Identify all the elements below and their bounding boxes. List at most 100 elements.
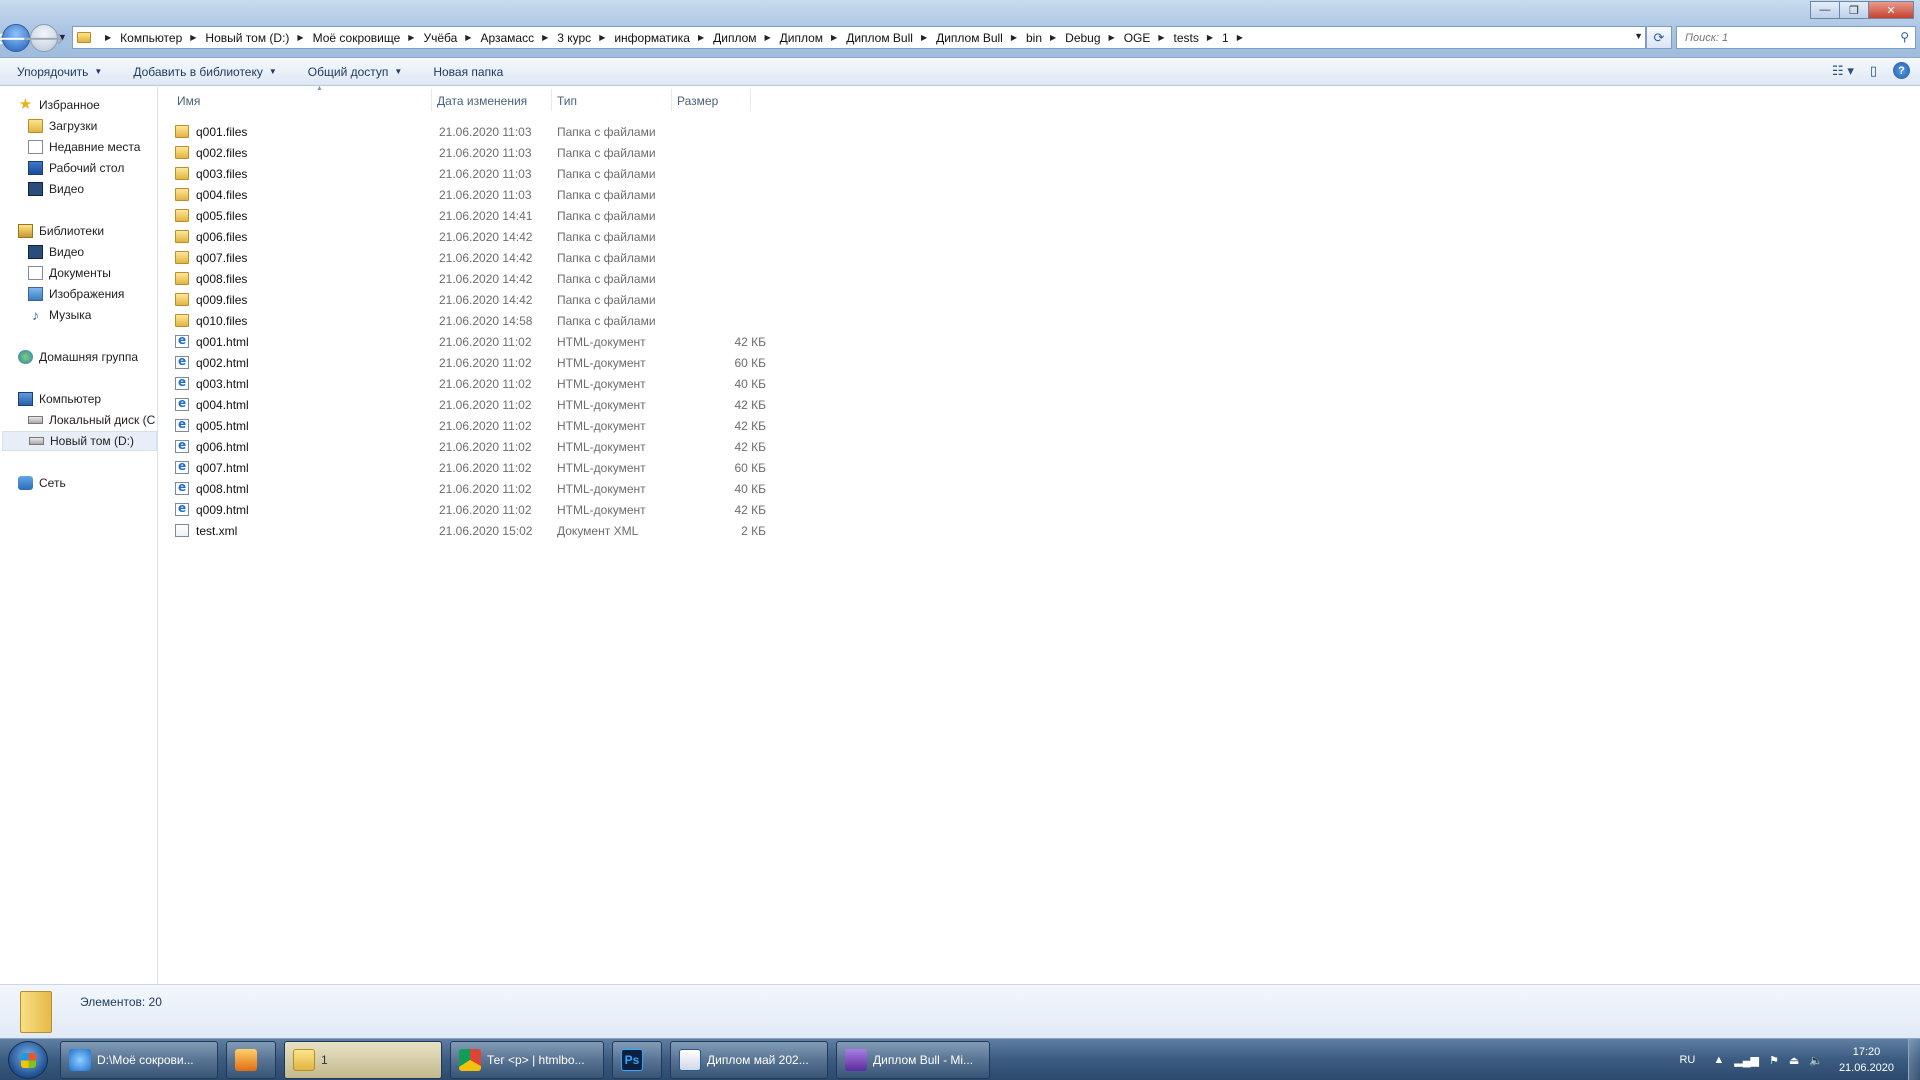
- taskbar-item-word[interactable]: Диплом май 202...: [670, 1041, 828, 1079]
- taskbar-item-photoshop[interactable]: Ps: [612, 1041, 662, 1079]
- new-folder-button[interactable]: Новая папка: [416, 65, 517, 79]
- breadcrumb-item[interactable]: Компьютер: [120, 31, 182, 45]
- breadcrumb-item[interactable]: bin: [1026, 31, 1042, 45]
- breadcrumb-chevron-icon[interactable]: ▶: [408, 33, 414, 42]
- file-row[interactable]: q008.files 21.06.2020 14:42 Папка с файлам…: [175, 268, 775, 289]
- search-icon[interactable]: ⚲: [1900, 30, 1909, 44]
- file-row[interactable]: q004.html21.06.2020 11:02HTML-документ42…: [175, 394, 775, 415]
- breadcrumb-chevron-icon[interactable]: ▶: [297, 33, 303, 42]
- file-row[interactable]: q002.html21.06.2020 11:02HTML-документ60…: [175, 352, 775, 373]
- sidebar-item-desktop[interactable]: Рабочий стол: [28, 158, 124, 178]
- breadcrumb-item[interactable]: Debug: [1065, 31, 1100, 45]
- start-button[interactable]: [8, 1041, 48, 1079]
- breadcrumb-item[interactable]: Диплом: [713, 31, 756, 45]
- file-row[interactable]: q006.html21.06.2020 11:02HTML-документ42…: [175, 436, 775, 457]
- breadcrumb-item[interactable]: 1: [1222, 31, 1229, 45]
- organize-button[interactable]: Упорядочить ▼: [0, 65, 116, 79]
- search-box[interactable]: ⚲: [1676, 26, 1916, 49]
- file-row[interactable]: test.xml 21.06.2020 15:02 Документ XML 2 КБ: [175, 520, 775, 541]
- breadcrumb-chevron-icon[interactable]: ▶: [1237, 33, 1243, 42]
- file-row[interactable]: q003.files 21.06.2020 11:03 Папка с файлам…: [175, 163, 775, 184]
- column-divider[interactable]: [750, 89, 751, 111]
- column-header-date[interactable]: Дата изменения: [437, 87, 551, 114]
- address-bar[interactable]: ▶ Компьютер ▶ Новый том (D:) ▶ Моё сокровище ▶…: [72, 26, 1646, 49]
- sidebar-item-new-volume[interactable]: Новый том (D:): [2, 431, 157, 451]
- breadcrumb-item[interactable]: Учёба: [423, 31, 457, 45]
- sidebar-item-network[interactable]: Сеть: [18, 473, 66, 493]
- show-desktop-button[interactable]: [1908, 1039, 1920, 1080]
- breadcrumb-chevron-icon[interactable]: ▶: [1109, 33, 1115, 42]
- column-header-type[interactable]: Тип: [557, 87, 667, 114]
- flag-icon[interactable]: ⚑: [1769, 1054, 1779, 1067]
- search-input[interactable]: [1677, 27, 1882, 48]
- sidebar-item-favorites[interactable]: ★ Избранное: [18, 95, 100, 115]
- breadcrumb-item[interactable]: Диплом: [780, 31, 823, 45]
- file-row[interactable]: q009.html21.06.2020 11:02HTML-документ42…: [175, 499, 775, 520]
- breadcrumb-chevron-icon[interactable]: ▶: [465, 33, 471, 42]
- file-row[interactable]: q010.files 21.06.2020 14:58 Папка с файлам…: [175, 310, 775, 331]
- breadcrumb-chevron-icon[interactable]: ▶: [698, 33, 704, 42]
- breadcrumb-chevron-icon[interactable]: ▶: [1207, 33, 1213, 42]
- maximize-button[interactable]: ❐: [1839, 1, 1869, 19]
- column-divider[interactable]: [431, 89, 432, 111]
- file-row[interactable]: q007.html21.06.2020 11:02HTML-документ60…: [175, 457, 775, 478]
- breadcrumb-chevron-icon[interactable]: ▶: [1158, 33, 1164, 42]
- help-icon[interactable]: ?: [1893, 62, 1910, 79]
- breadcrumb-item[interactable]: tests: [1174, 31, 1199, 45]
- sidebar-item-images[interactable]: Изображения: [28, 284, 124, 304]
- view-options-icon[interactable]: ☷ ▾: [1832, 63, 1854, 79]
- breadcrumb-chevron-icon[interactable]: ▶: [831, 33, 837, 42]
- column-header-name[interactable]: Имя ▲: [177, 85, 429, 114]
- sidebar-item-video-favorite[interactable]: Видео: [28, 179, 84, 199]
- sidebar-item-local-disk[interactable]: Локальный диск (C: [28, 410, 155, 430]
- file-row[interactable]: q002.files 21.06.2020 11:03 Папка с файлам…: [175, 142, 775, 163]
- breadcrumb-item[interactable]: Арзамасс: [480, 31, 534, 45]
- file-row[interactable]: q003.html21.06.2020 11:02HTML-документ40…: [175, 373, 775, 394]
- sidebar-item-recent[interactable]: Недавние места: [28, 137, 140, 157]
- recent-pages-dropdown[interactable]: ▼: [58, 32, 67, 42]
- breadcrumb-item[interactable]: информатика: [614, 31, 690, 45]
- breadcrumb-chevron-icon[interactable]: ▶: [105, 33, 111, 42]
- taskbar-item-ie[interactable]: D:\Моё сокрови...: [60, 1041, 218, 1079]
- sidebar-item-music[interactable]: ♪ Музыка: [28, 305, 91, 325]
- taskbar-item-media[interactable]: [226, 1041, 276, 1079]
- breadcrumb-item[interactable]: Новый том (D:): [205, 31, 289, 45]
- breadcrumb-item[interactable]: Диплом Bull: [936, 31, 1003, 45]
- usb-icon[interactable]: ⏏: [1789, 1054, 1799, 1067]
- tray-expand-icon[interactable]: ▲: [1713, 1054, 1724, 1066]
- file-row[interactable]: q001.files 21.06.2020 11:03 Папка с файлам…: [175, 121, 775, 142]
- breadcrumb-chevron-icon[interactable]: ▶: [765, 33, 771, 42]
- breadcrumb-chevron-icon[interactable]: ▶: [190, 33, 196, 42]
- column-header-size[interactable]: Размер: [677, 87, 747, 114]
- volume-icon[interactable]: 🔈: [1809, 1054, 1823, 1067]
- share-button[interactable]: Общий доступ ▼: [291, 65, 417, 79]
- close-button[interactable]: ✕: [1868, 1, 1914, 19]
- file-row[interactable]: q008.html21.06.2020 11:02HTML-документ40…: [175, 478, 775, 499]
- clock[interactable]: 17:20 21.06.2020: [1839, 1044, 1894, 1076]
- column-divider[interactable]: [551, 89, 552, 111]
- breadcrumb-item[interactable]: Моё сокровище: [313, 31, 401, 45]
- breadcrumb-chevron-icon[interactable]: ▶: [542, 33, 548, 42]
- file-row[interactable]: q006.files 21.06.2020 14:42 Папка с файлам…: [175, 226, 775, 247]
- file-row[interactable]: q005.files 21.06.2020 14:41 Папка с файлам…: [175, 205, 775, 226]
- breadcrumb-item[interactable]: OGE: [1124, 31, 1151, 45]
- forward-button[interactable]: 🡒: [23, 24, 65, 52]
- sidebar-item-documents[interactable]: Документы: [28, 263, 111, 283]
- preview-pane-icon[interactable]: ▯: [1870, 63, 1877, 79]
- sidebar-item-downloads[interactable]: Загрузки: [28, 116, 97, 136]
- breadcrumb-item[interactable]: Диплом Bull: [846, 31, 913, 45]
- refresh-button[interactable]: ⟳: [1646, 26, 1672, 49]
- breadcrumb-chevron-icon[interactable]: ▶: [1050, 33, 1056, 42]
- language-indicator[interactable]: RU: [1679, 1054, 1695, 1066]
- taskbar-item-chrome[interactable]: Тег <p> | htmlbo...: [450, 1041, 604, 1079]
- file-row[interactable]: q001.html21.06.2020 11:02HTML-документ42…: [175, 331, 775, 352]
- network-status-icon[interactable]: ▂▄▆: [1734, 1054, 1759, 1067]
- minimize-button[interactable]: —: [1810, 1, 1840, 19]
- breadcrumb-chevron-icon[interactable]: ▶: [599, 33, 605, 42]
- sidebar-item-computer[interactable]: Компьютер: [18, 389, 101, 409]
- file-row[interactable]: q005.html21.06.2020 11:02HTML-документ42…: [175, 415, 775, 436]
- file-row[interactable]: q004.files 21.06.2020 11:03 Папка с файлам…: [175, 184, 775, 205]
- breadcrumb-chevron-icon[interactable]: ▶: [1011, 33, 1017, 42]
- taskbar-item-visual-studio[interactable]: Диплом Bull - Mi...: [836, 1041, 990, 1079]
- sidebar-item-homegroup[interactable]: Домашняя группа: [18, 347, 138, 367]
